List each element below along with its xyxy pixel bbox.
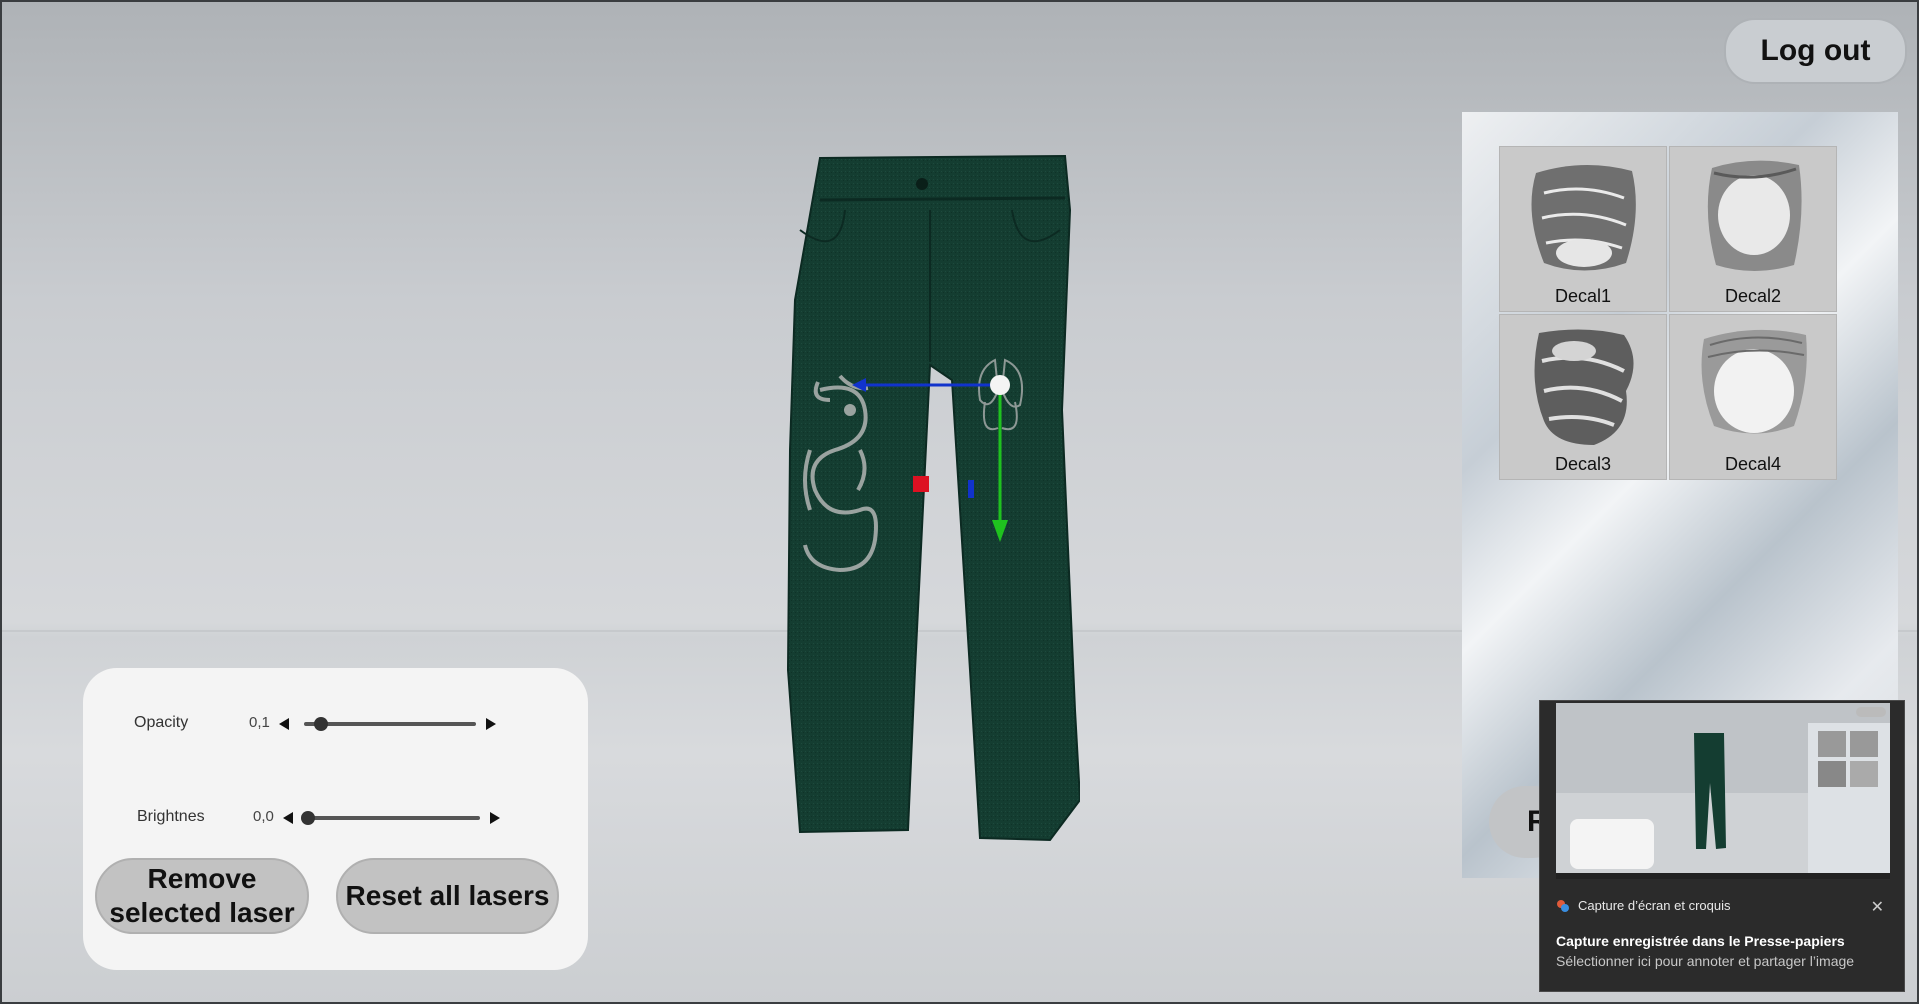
decal-3-label: Decal3 — [1554, 454, 1612, 474]
decal-4-label: Decal4 — [1724, 454, 1782, 474]
brightness-decrease-arrow-icon[interactable] — [283, 812, 293, 824]
opacity-increase-arrow-icon[interactable] — [486, 718, 496, 730]
decal-tile-4[interactable]: Decal4 — [1669, 314, 1837, 480]
close-icon[interactable]: ✕ — [1871, 897, 1884, 917]
remove-selected-laser-button[interactable]: Remove selected laser — [95, 858, 309, 934]
screenshot-preview-image — [1556, 703, 1890, 879]
pants-model[interactable] — [780, 150, 1080, 850]
opacity-row: Opacity 0,1 — [83, 710, 588, 740]
brightness-value: 0,0 — [253, 808, 274, 825]
decal-1-image — [1531, 164, 1636, 271]
notification-title: Capture enregistrée dans le Presse-papie… — [1556, 933, 1845, 949]
brightness-increase-arrow-icon[interactable] — [490, 812, 500, 824]
decal-tile-1[interactable]: Decal1 — [1499, 146, 1667, 312]
decal-2-label: Decal2 — [1724, 286, 1782, 306]
decal-tile-3[interactable]: Decal3 — [1499, 314, 1667, 480]
laser-controls-card: Opacity 0,1 Brightnes 0,0 Remove selecte… — [83, 668, 588, 970]
opacity-slider-track[interactable] — [304, 722, 476, 726]
screenshot-notification[interactable]: Capture d’écran et croquis ✕ Capture enr… — [1539, 700, 1905, 992]
screenshot-thumbnail[interactable] — [1556, 703, 1890, 879]
3d-viewport[interactable]: Log out Decal1 Decal2 Decal3 Decal4 R Op… — [0, 0, 1919, 1004]
brightness-slider-thumb[interactable] — [301, 811, 315, 825]
opacity-value: 0,1 — [249, 714, 270, 731]
notification-body: Sélectionner ici pour annoter et partage… — [1556, 953, 1855, 969]
decal-grid: Decal1 Decal2 Decal3 Decal4 — [1499, 146, 1837, 480]
decal-2-image — [1707, 160, 1802, 271]
brightness-row: Brightnes 0,0 — [83, 804, 588, 834]
reset-all-lasers-button[interactable]: Reset all lasers — [336, 858, 559, 934]
brightness-label: Brightnes — [137, 808, 205, 825]
decal-1-label: Decal1 — [1554, 286, 1612, 306]
decal-4-image — [1701, 329, 1807, 434]
opacity-slider-thumb[interactable] — [314, 717, 329, 731]
decal-3-image — [1534, 329, 1634, 445]
decal-tile-2[interactable]: Decal2 — [1669, 146, 1837, 312]
opacity-label: Opacity — [134, 714, 189, 731]
brightness-slider-track[interactable] — [308, 816, 480, 820]
snipping-tool-icon — [1557, 899, 1569, 912]
logout-button[interactable]: Log out — [1724, 18, 1907, 84]
opacity-decrease-arrow-icon[interactable] — [279, 718, 289, 730]
notification-app-name: Capture d’écran et croquis — [1578, 898, 1731, 913]
notification-header: Capture d’écran et croquis — [1556, 898, 1730, 913]
